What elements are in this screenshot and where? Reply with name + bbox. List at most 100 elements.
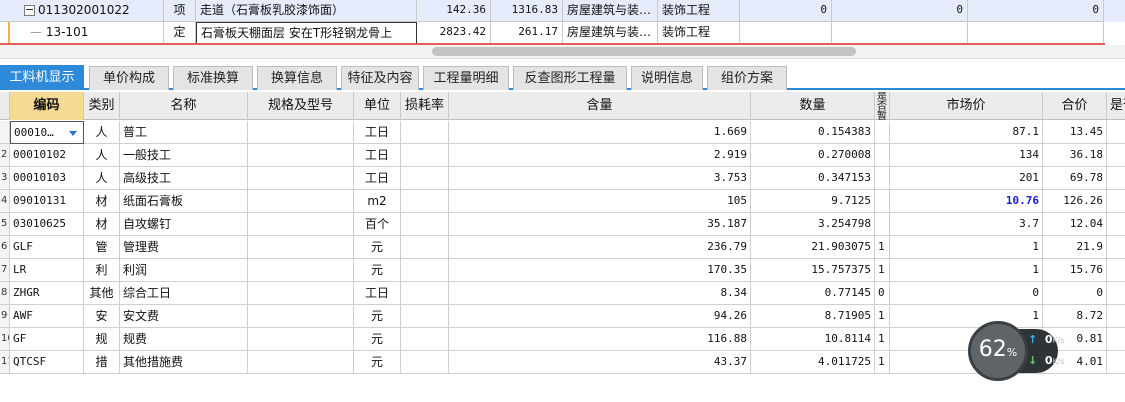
cell-loss[interactable] (401, 259, 449, 282)
tab-pricing-plan[interactable]: 组价方案 (707, 66, 787, 90)
table-row[interactable]: 8 ZHGR 其他 综合工日 工日 8.34 0.77145 0 0 0 (0, 282, 1125, 305)
cell-market-price[interactable]: 201 (890, 167, 1043, 190)
header-name[interactable]: 名称 (120, 92, 248, 120)
cell-name[interactable]: 自攻螺钉 (120, 213, 248, 236)
cell-market-price[interactable]: 3.7 (890, 213, 1043, 236)
tab-unit-price-composition[interactable]: 单价构成 (89, 66, 169, 90)
table-row[interactable]: 2 00010102 人一般技工 工日 2.919 0.270008 134 36.18 (0, 144, 1125, 167)
cell-loss[interactable] (401, 282, 449, 305)
cell-code[interactable]: QTCSF (10, 351, 84, 374)
cell-market-price[interactable]: 0 (890, 282, 1043, 305)
cell-content[interactable]: 94.26 (449, 305, 751, 328)
top-row-name[interactable]: 走道（石膏板乳胶漆饰面） (196, 0, 417, 22)
header-total[interactable]: 合价 (1043, 92, 1107, 120)
cell-spec[interactable] (248, 190, 354, 213)
header-fixed[interactable]: 是否暂估 (875, 92, 890, 120)
header-spec[interactable]: 规格及型号 (248, 92, 354, 120)
cell-content[interactable]: 105 (449, 190, 751, 213)
tab-standard-conversion[interactable]: 标准换算 (173, 66, 253, 90)
header-unit[interactable]: 单位 (354, 92, 401, 120)
cell-loss[interactable] (401, 328, 449, 351)
cell-name[interactable]: 综合工日 (120, 282, 248, 305)
cell-content[interactable]: 2.919 (449, 144, 751, 167)
table-row[interactable]: 4 09010131 材纸面石膏板 m2 105 9.7125 10.76 126.26 (0, 190, 1125, 213)
cell-content[interactable]: 116.88 (449, 328, 751, 351)
top-row-qty[interactable]: 2823.42 (417, 22, 491, 44)
cell-fixed[interactable]: 1 (875, 236, 890, 259)
tab-features[interactable]: 特征及内容 (341, 66, 419, 90)
scrollbar-thumb[interactable] (432, 47, 856, 56)
cell-spec[interactable] (248, 259, 354, 282)
tab-conversion-info[interactable]: 换算信息 (257, 66, 337, 90)
cell-content[interactable]: 170.35 (449, 259, 751, 282)
table-row[interactable]: 11QTCSF措其他措施费元43.374.01172514.01 (0, 351, 1125, 374)
table-row[interactable]: 9 AWF 安安文费元 94.26 8.71905 1 1 8.72 (0, 305, 1125, 328)
cell-code[interactable]: GLF (10, 236, 84, 259)
cell-fixed[interactable]: 1 (875, 351, 890, 374)
collapse-icon[interactable]: − (24, 4, 35, 16)
cell-code[interactable]: 09010131 (10, 190, 84, 213)
cell-code[interactable]: GF (10, 328, 84, 351)
cell-content[interactable]: 1.669 (449, 121, 751, 144)
cell-spec[interactable] (248, 351, 354, 374)
cell-loss[interactable] (401, 121, 449, 144)
horizontal-scrollbar[interactable] (0, 45, 1125, 59)
cell-name[interactable]: 一般技工 (120, 144, 248, 167)
cell-spec[interactable] (248, 213, 354, 236)
top-row-item[interactable]: — 13-101 定 石膏板天棚面层 安在T形轻钢龙骨上 2823.42 261… (0, 22, 1125, 44)
cell-name[interactable]: 普工 (120, 121, 248, 144)
cell-code[interactable]: 03010625 (10, 213, 84, 236)
cell-fixed[interactable] (875, 121, 890, 144)
cell-loss[interactable] (401, 213, 449, 236)
cell-code[interactable]: ZHGR (10, 282, 84, 305)
table-row[interactable]: 3 00010103 人高级技工 工日 3.753 0.347153 201 69.78 (0, 167, 1125, 190)
cell-spec[interactable] (248, 167, 354, 190)
cell-loss[interactable] (401, 236, 449, 259)
cell-name[interactable]: 纸面石膏板 (120, 190, 248, 213)
cell-content[interactable]: 8.34 (449, 282, 751, 305)
cell-content[interactable]: 3.753 (449, 167, 751, 190)
cell-spec[interactable] (248, 328, 354, 351)
cell-loss[interactable] (401, 144, 449, 167)
cell-name[interactable]: 管理费 (120, 236, 248, 259)
tab-labor-material-machine[interactable]: 工料机显示 (0, 65, 84, 90)
cell-code[interactable]: 00010103 (10, 167, 84, 190)
cell-loss[interactable] (401, 351, 449, 374)
cell-code[interactable]: AWF (10, 305, 84, 328)
cell-spec[interactable] (248, 121, 354, 144)
tab-reverse-lookup[interactable]: 反查图形工程量 (513, 66, 627, 90)
cell-fixed[interactable] (875, 213, 890, 236)
header-extra[interactable]: 是否 (1107, 92, 1125, 120)
tab-description[interactable]: 说明信息 (631, 66, 703, 90)
top-row-code[interactable]: −011302001022 (10, 0, 164, 22)
cell-loss[interactable] (401, 190, 449, 213)
header-code[interactable]: 编码 (10, 92, 84, 120)
table-row[interactable]: 6 GLF 管管理费元 236.79 21.903075 1 1 21.9 (0, 236, 1125, 259)
header-market-price[interactable]: 市场价 (890, 92, 1043, 120)
cell-fixed[interactable]: 1 (875, 305, 890, 328)
cell-content[interactable]: 236.79 (449, 236, 751, 259)
cell-spec[interactable] (248, 282, 354, 305)
cell-market-price[interactable]: 87.1 (890, 121, 1043, 144)
cell-market-price[interactable]: 1 (890, 236, 1043, 259)
table-row[interactable]: 5 03010625 材自攻螺钉 百个 35.187 3.254798 3.7 12.04 (0, 213, 1125, 236)
cell-content[interactable]: 35.187 (449, 213, 751, 236)
table-row[interactable]: 10GF规规费元116.8810.811410.81 (0, 328, 1125, 351)
cell-name[interactable]: 其他措施费 (120, 351, 248, 374)
cell-fixed[interactable] (875, 167, 890, 190)
cell-fixed[interactable] (875, 190, 890, 213)
header-amount[interactable]: 数量 (751, 92, 875, 120)
cell-loss[interactable] (401, 167, 449, 190)
table-row[interactable]: 7 LR 利利润元 170.35 15.757375 1 1 15.76 (0, 259, 1125, 282)
header-type[interactable]: 类别 (84, 92, 120, 120)
cell-code[interactable]: LR (10, 259, 84, 282)
cell-spec[interactable] (248, 305, 354, 328)
header-content[interactable]: 含量 (449, 92, 751, 120)
cell-fixed[interactable] (875, 144, 890, 167)
cell-content[interactable]: 43.37 (449, 351, 751, 374)
header-loss[interactable]: 损耗率 (401, 92, 449, 120)
cell-name[interactable]: 规费 (120, 328, 248, 351)
cell-fixed[interactable]: 1 (875, 328, 890, 351)
table-row[interactable]: 00010… 人普工 工日 1.669 0.154383 87.1 13.45 (0, 121, 1125, 144)
cell-name[interactable]: 利润 (120, 259, 248, 282)
